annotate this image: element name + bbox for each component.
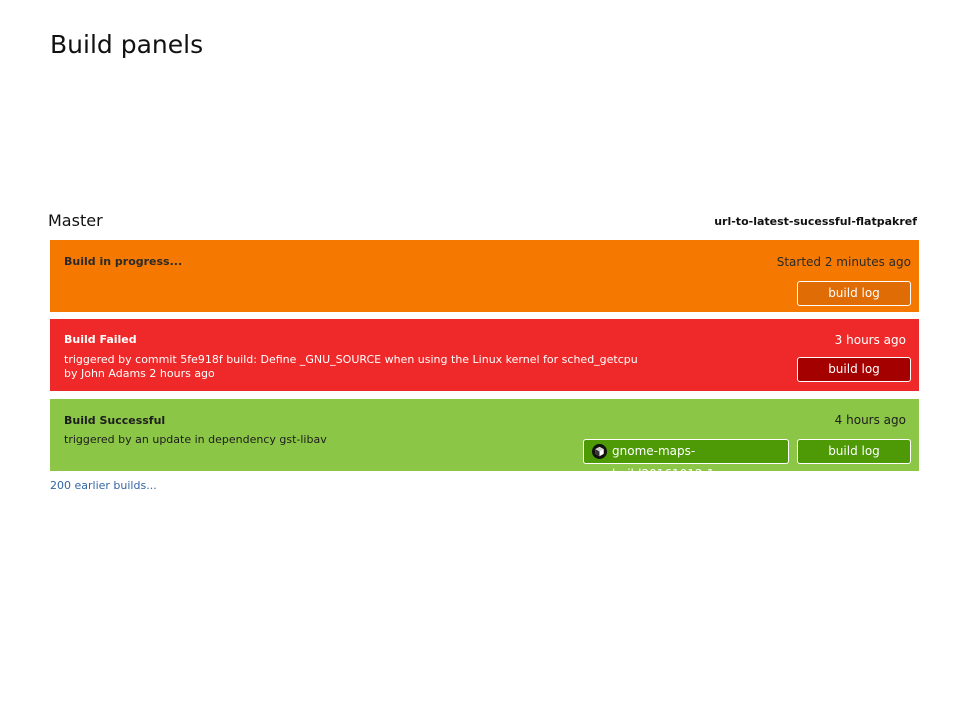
build-time: Started 2 minutes ago xyxy=(776,255,911,269)
flatpakref-link[interactable]: url-to-latest-sucessful-flatpakref xyxy=(714,215,917,228)
build-log-button[interactable]: build log xyxy=(797,281,911,306)
branch-header: Master url-to-latest-sucessful-flatpakre… xyxy=(48,211,918,233)
build-trigger-description: triggered by commit 5fe918f build: Defin… xyxy=(64,353,638,380)
earlier-builds-link[interactable]: 200 earlier builds... xyxy=(50,479,157,492)
build-status-title: Build Successful xyxy=(64,414,166,427)
flatpak-artifact-label: gnome-maps-build20161012-1 xyxy=(612,444,715,481)
flatpak-package-icon xyxy=(592,444,607,459)
build-log-button[interactable]: build log xyxy=(797,439,911,464)
branch-name: Master xyxy=(48,211,103,230)
build-panel-successful: Build Successful 4 hours ago triggered b… xyxy=(50,399,919,481)
build-trigger-description: triggered by an update in dependency gst… xyxy=(64,433,327,446)
build-status-title: Build Failed xyxy=(64,333,137,346)
build-time: 3 hours ago xyxy=(834,333,906,347)
build-panel-failed: Build Failed 3 hours ago triggered by co… xyxy=(50,319,919,391)
build-time: 4 hours ago xyxy=(834,413,906,427)
build-panel-in-progress: Build in progress... Started 2 minutes a… xyxy=(50,240,919,312)
flatpak-artifact-button[interactable]: gnome-maps-build20161012-1 xyxy=(583,439,789,481)
page-title: Build panels xyxy=(50,30,204,59)
build-status-title: Build in progress... xyxy=(64,255,183,268)
build-log-button[interactable]: build log xyxy=(797,357,911,382)
